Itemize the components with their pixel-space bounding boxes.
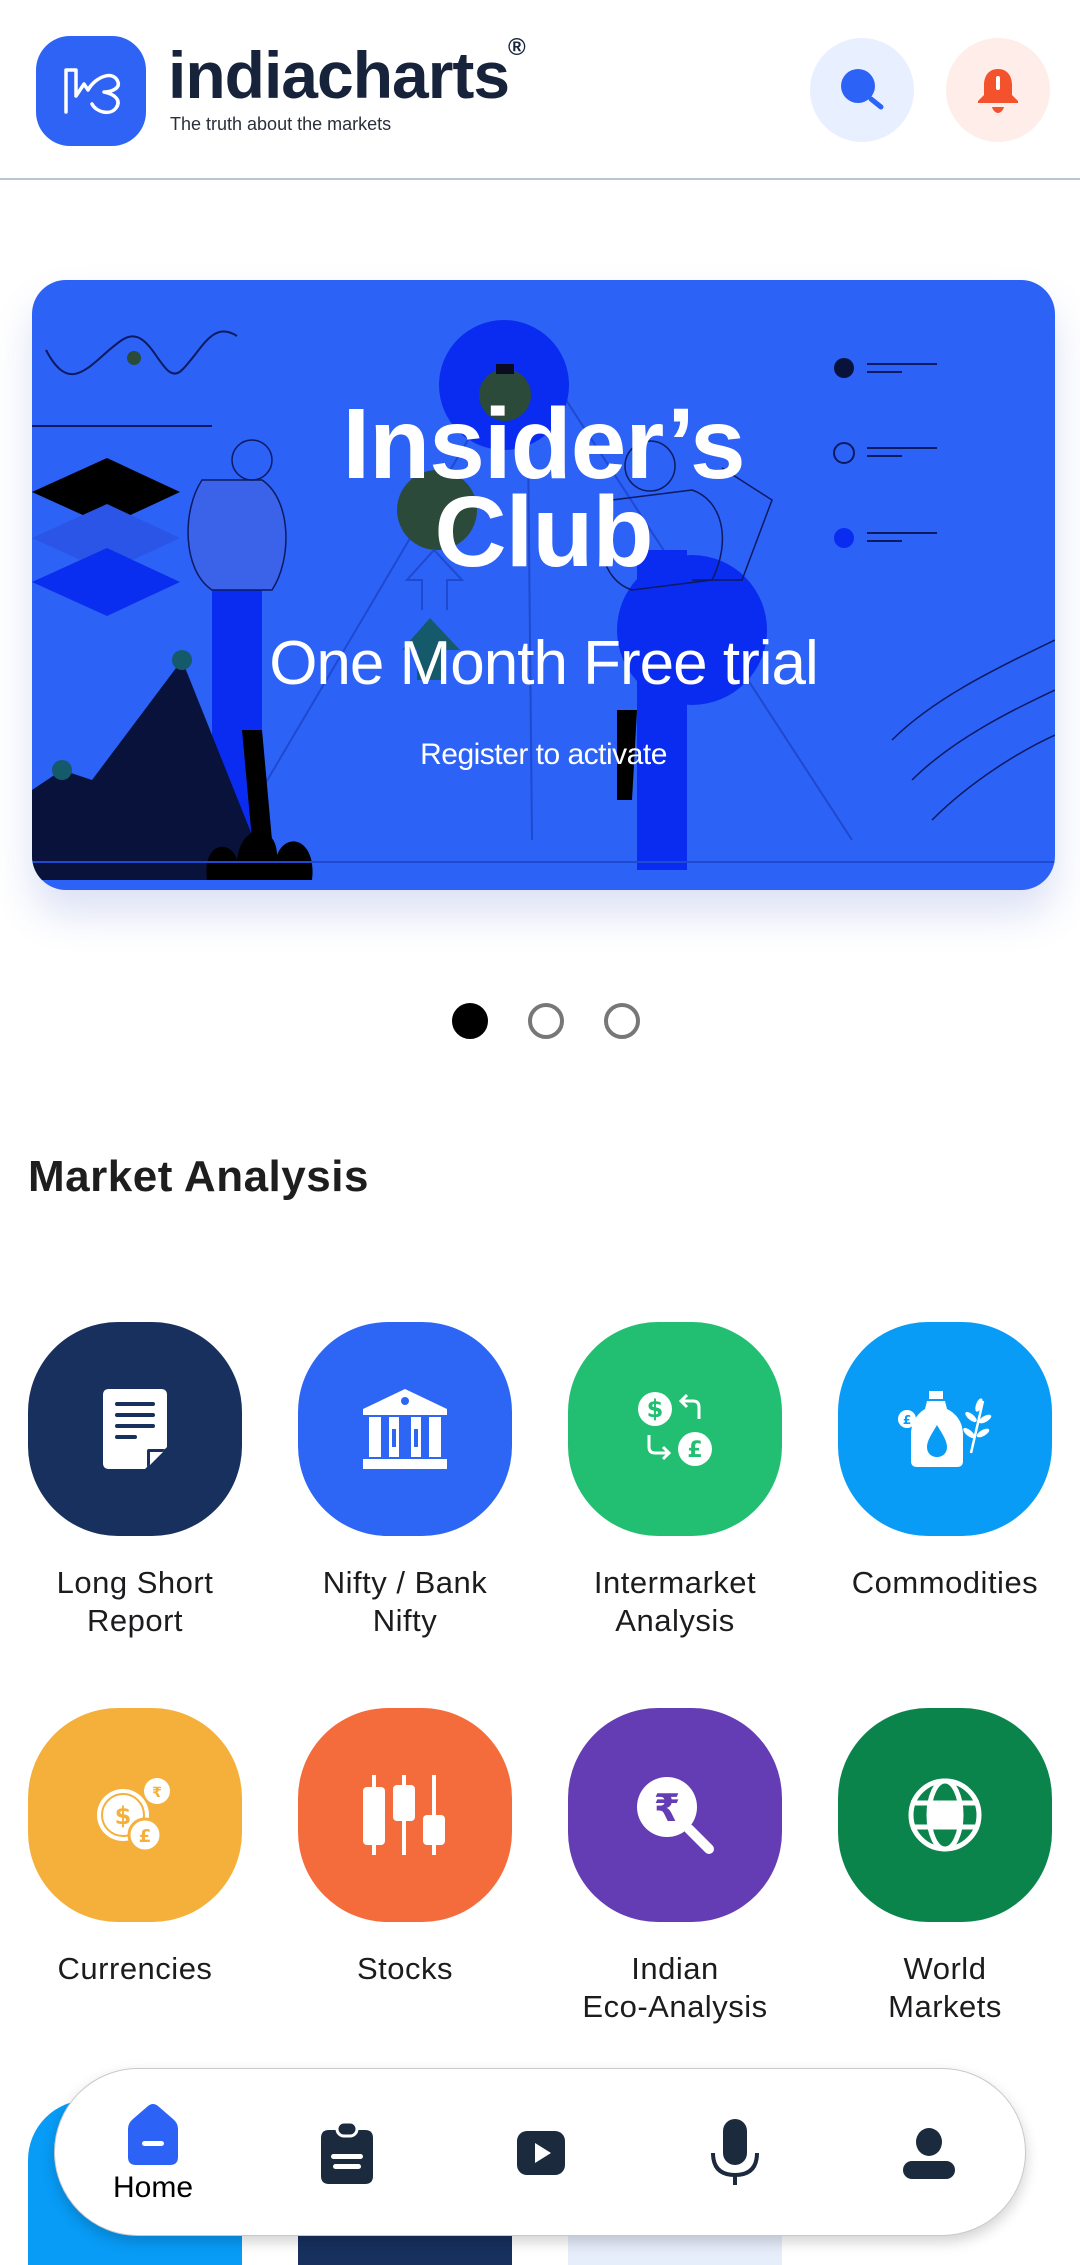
app-header: indiacharts ® The truth about the market…	[0, 0, 1080, 180]
home-icon	[128, 2104, 178, 2165]
tile-label: Currencies	[57, 1951, 213, 1986]
tile-label: Long Short Report	[56, 1565, 214, 1638]
banner-pager	[452, 1003, 640, 1039]
tile-label: Nifty / Bank Nifty	[322, 1565, 488, 1638]
globe-icon	[908, 1778, 982, 1852]
register-link[interactable]: Register to activate	[32, 738, 1055, 772]
tile-label: Indian Eco-Analysis	[582, 1951, 768, 2024]
video-icon	[517, 2131, 565, 2175]
clipboard-icon	[321, 2120, 373, 2184]
tile-nifty-bank-nifty[interactable]: Nifty / Bank Nifty	[290, 1322, 520, 1640]
commodity-icon: £	[898, 1391, 992, 1467]
nav-home-label: Home	[112, 2171, 194, 2204]
tile-commodities[interactable]: £ Commodities	[830, 1322, 1060, 1602]
pager-dot-2[interactable]	[528, 1003, 564, 1039]
search-icon	[841, 69, 884, 110]
search-button[interactable]	[810, 38, 914, 142]
pager-dot-1[interactable]	[452, 1003, 488, 1039]
tile-indian-eco-analysis[interactable]: ₹ Indian Eco-Analysis	[560, 1708, 790, 2026]
candlestick-icon	[363, 1775, 445, 1855]
svg-text:£: £	[903, 1413, 911, 1427]
svg-text:₹: ₹	[152, 1785, 162, 1801]
promo-banner[interactable]: Insider’s Club One Month Free trial Regi…	[32, 280, 1055, 890]
tile-stocks[interactable]: Stocks	[290, 1708, 520, 1988]
logo-icon[interactable]	[36, 36, 146, 146]
banner-title: Insider’s Club	[32, 388, 1055, 588]
document-icon	[103, 1389, 167, 1469]
nav-videos[interactable]	[471, 2069, 611, 2237]
svg-text:£: £	[687, 1438, 702, 1463]
registered-mark: ®	[508, 34, 526, 61]
tile-icon-bg	[298, 1708, 512, 1922]
brand: indiacharts ® The truth about the market…	[168, 34, 526, 135]
brand-name: indiacharts	[168, 38, 510, 112]
coins-icon: ₹ $ £	[97, 1778, 170, 1853]
nav-podcasts[interactable]	[665, 2069, 805, 2237]
notifications-button[interactable]	[946, 38, 1050, 142]
tile-icon-bg: ₹ $ £	[28, 1708, 242, 1922]
tile-label: Intermarket Analysis	[593, 1565, 757, 1638]
svg-text:$: $	[647, 1395, 664, 1423]
tile-label: Stocks	[356, 1951, 454, 1986]
nav-home[interactable]: Home	[83, 2069, 223, 2237]
profile-icon	[903, 2128, 955, 2179]
svg-text:$: $	[115, 1802, 132, 1830]
tile-icon-bg	[838, 1708, 1052, 1922]
nav-profile[interactable]	[859, 2069, 999, 2237]
svg-text:₹: ₹	[654, 1786, 680, 1830]
pager-dot-3[interactable]	[604, 1003, 640, 1039]
nav-reports[interactable]	[277, 2069, 417, 2237]
banner-subtitle: One Month Free trial	[269, 629, 819, 698]
svg-text:£: £	[139, 1826, 152, 1847]
tile-icon-bg	[298, 1322, 512, 1536]
tile-long-short-report[interactable]: Long Short Report	[20, 1322, 250, 1640]
tile-label: Commodities	[851, 1565, 1039, 1600]
tile-icon-bg: ₹	[568, 1708, 782, 1922]
tile-label: World Markets	[888, 1951, 1002, 2024]
microphone-icon	[711, 2119, 759, 2185]
bottom-nav: Home	[54, 2068, 1026, 2236]
banner-title-line1: Insider’s	[342, 388, 745, 500]
tile-currencies[interactable]: ₹ $ £ Currencies	[20, 1708, 250, 1988]
tile-world-markets[interactable]: World Markets	[830, 1708, 1060, 2026]
banner-title-line2: Club	[434, 476, 653, 588]
bank-icon	[363, 1389, 447, 1469]
tile-icon-bg	[28, 1322, 242, 1536]
currency-exchange-icon: $ £	[638, 1392, 712, 1466]
bell-icon	[978, 69, 1018, 113]
section-title: Market Analysis	[28, 1152, 369, 1201]
brand-tagline: The truth about the markets	[170, 114, 392, 134]
tile-icon-bg: $ £	[568, 1322, 782, 1536]
tile-intermarket-analysis[interactable]: $ £ Intermarket Analysis	[560, 1322, 790, 1640]
tile-icon-bg: £	[838, 1322, 1052, 1536]
rupee-search-icon: ₹	[637, 1777, 714, 1854]
